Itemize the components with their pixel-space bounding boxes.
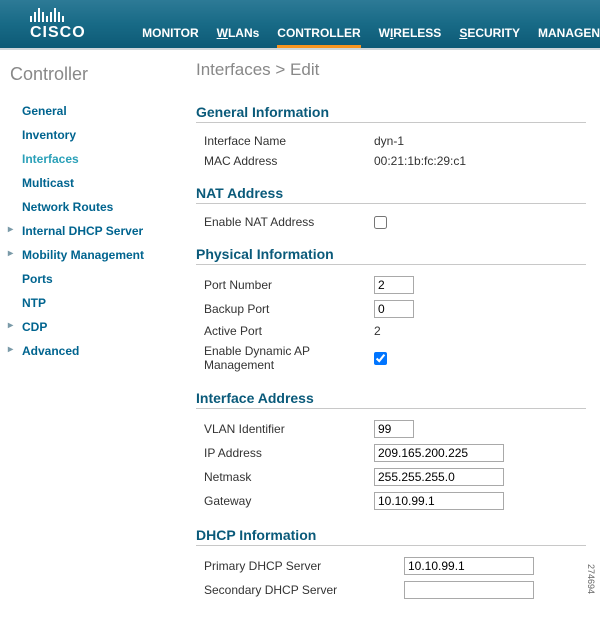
nat-enable-label: Enable NAT Address [204, 215, 374, 229]
iface-name-value: dyn-1 [374, 134, 404, 148]
primary-dhcp-label: Primary DHCP Server [204, 559, 404, 573]
sidebar-item-interfaces[interactable]: Interfaces [0, 147, 172, 171]
active-port-label: Active Port [204, 324, 374, 338]
sidebar-item-general[interactable]: General [0, 99, 172, 123]
backup-port-label: Backup Port [204, 302, 374, 316]
section-physical: Physical Information [196, 246, 586, 265]
sidebar-item-mobility[interactable]: Mobility Management [0, 243, 172, 267]
primary-dhcp-input[interactable] [404, 557, 534, 575]
active-port-value: 2 [374, 324, 381, 338]
gateway-input[interactable] [374, 492, 504, 510]
sidebar-item-ports[interactable]: Ports [0, 267, 172, 291]
dynap-checkbox[interactable] [374, 352, 387, 365]
tab-wireless[interactable]: WIRELESS [379, 26, 442, 40]
sidebar-title: Controller [0, 60, 172, 99]
brand-text: CISCO [30, 24, 142, 42]
top-nav: CISCO MONITOR WLANs CONTROLLER WIRELESS … [0, 0, 600, 48]
secondary-dhcp-input[interactable] [404, 581, 534, 599]
dynap-label: Enable Dynamic AP Management [204, 344, 374, 373]
section-nat: NAT Address [196, 185, 586, 204]
tab-management[interactable]: MANAGEN [538, 26, 600, 40]
sidebar-item-ntp[interactable]: NTP [0, 291, 172, 315]
cisco-logo: CISCO [0, 8, 142, 48]
backup-port-input[interactable] [374, 300, 414, 318]
port-number-input[interactable] [374, 276, 414, 294]
sidebar-item-network-routes[interactable]: Network Routes [0, 195, 172, 219]
reference-number: 274694 [586, 564, 596, 594]
sidebar-item-cdp[interactable]: CDP [0, 315, 172, 339]
sidebar-item-inventory[interactable]: Inventory [0, 123, 172, 147]
iface-name-label: Interface Name [204, 134, 374, 148]
netmask-label: Netmask [204, 470, 374, 484]
sidebar: Controller General Inventory Interfaces … [0, 50, 180, 622]
sidebar-item-multicast[interactable]: Multicast [0, 171, 172, 195]
tab-controller[interactable]: CONTROLLER [277, 26, 360, 40]
ip-input[interactable] [374, 444, 504, 462]
nat-enable-checkbox[interactable] [374, 216, 387, 229]
vlan-label: VLAN Identifier [204, 422, 374, 436]
vlan-input[interactable] [374, 420, 414, 438]
tab-security[interactable]: SECURITY [459, 26, 520, 40]
ip-label: IP Address [204, 446, 374, 460]
port-number-label: Port Number [204, 278, 374, 292]
main-content: Interfaces > Edit General Information In… [180, 50, 600, 622]
section-dhcp: DHCP Information [196, 527, 586, 546]
netmask-input[interactable] [374, 468, 504, 486]
gateway-label: Gateway [204, 494, 374, 508]
mac-value: 00:21:1b:fc:29:c1 [374, 154, 466, 168]
tab-monitor[interactable]: MONITOR [142, 26, 198, 40]
tab-wlans[interactable]: WLANs [217, 26, 260, 40]
mac-label: MAC Address [204, 154, 374, 168]
breadcrumb: Interfaces > Edit [196, 60, 586, 80]
sidebar-item-internal-dhcp[interactable]: Internal DHCP Server [0, 219, 172, 243]
sidebar-item-advanced[interactable]: Advanced [0, 339, 172, 363]
secondary-dhcp-label: Secondary DHCP Server [204, 583, 404, 597]
section-address: Interface Address [196, 390, 586, 409]
section-general: General Information [196, 104, 586, 123]
